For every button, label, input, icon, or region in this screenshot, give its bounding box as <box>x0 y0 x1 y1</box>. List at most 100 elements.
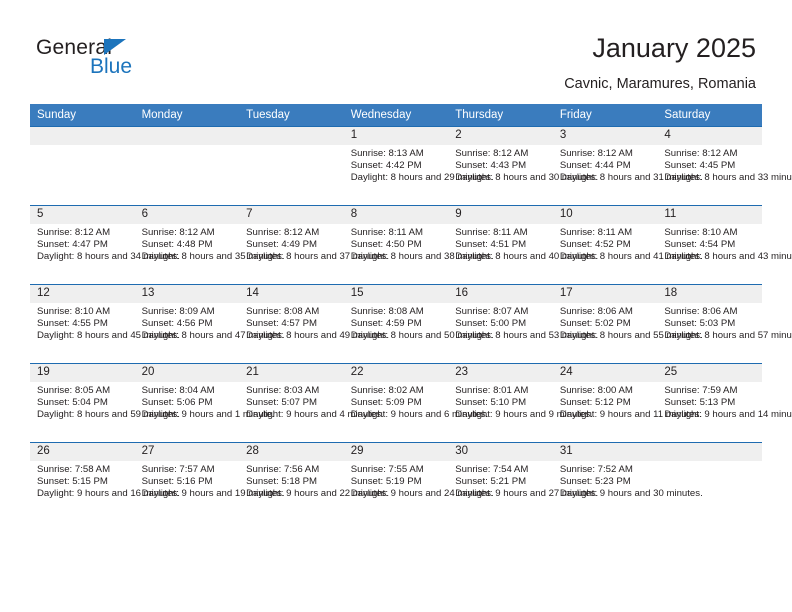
weekday-header-friday: Friday <box>552 104 658 127</box>
sunset-text: Sunset: 5:12 PM <box>559 397 631 409</box>
day-cell-content: 9 Sunrise: 8:11 AM Sunset: 4:51 PM Daylight… <box>448 206 599 284</box>
calendar-day-cell[interactable]: 7 Sunrise: 8:12 AM Sunset: 4:49 PM Daylight… <box>239 205 389 285</box>
sunset-text: Sunset: 4:56 PM <box>141 318 213 330</box>
day-number: 31 <box>552 443 658 461</box>
daylight-text: Daylight: 8 hours and 59 minutes. <box>37 409 180 421</box>
day-cell-content: 5 Sunrise: 8:12 AM Sunset: 4:47 PM Daylight… <box>30 206 180 284</box>
calendar-week-row: 1 Sunrise: 8:13 AM Sunset: 4:42 PM Daylight… <box>30 126 792 206</box>
calendar-day-cell[interactable]: 6 Sunrise: 8:12 AM Sunset: 4:48 PM Daylight… <box>134 205 285 285</box>
general-blue-logo[interactable]: General Blue <box>36 36 186 82</box>
calendar-day-cell[interactable]: 11 Sunrise: 8:10 AM Sunset: 4:54 PM Dayligh… <box>657 205 792 285</box>
day-number: 16 <box>448 285 553 303</box>
weekday-header-monday: Monday <box>134 104 240 127</box>
calendar-day-cell[interactable]: 13 Sunrise: 8:09 AM Sunset: 4:56 PM Dayligh… <box>134 284 285 364</box>
sunset-text: Sunset: 5:09 PM <box>350 397 422 409</box>
calendar-day-cell[interactable]: 1 Sunrise: 8:13 AM Sunset: 4:42 PM Daylight… <box>343 126 494 206</box>
sunrise-text: Sunrise: 8:04 AM <box>141 385 215 396</box>
day-cell-content: 12 Sunrise: 8:10 AM Sunset: 4:55 PM Dayligh… <box>30 285 180 363</box>
daylight-text: Daylight: 8 hours and 53 minutes. <box>455 330 599 342</box>
calendar-day-cell[interactable]: 12 Sunrise: 8:10 AM Sunset: 4:55 PM Dayligh… <box>30 284 180 364</box>
day-cell-content: 3 Sunrise: 8:12 AM Sunset: 4:44 PM Daylight… <box>552 127 703 205</box>
day-number: 7 <box>239 206 344 224</box>
calendar-day-cell[interactable]: 26 Sunrise: 7:58 AM Sunset: 5:15 PM Dayligh… <box>30 442 180 521</box>
sunrise-text: Sunrise: 8:12 AM <box>559 148 633 159</box>
daylight-text: Daylight: 9 hours and 24 minutes. <box>350 488 494 500</box>
calendar-day-cell-empty <box>30 126 135 206</box>
calendar-day-cell-empty <box>657 442 762 521</box>
calendar-day-cell[interactable]: 28 Sunrise: 7:56 AM Sunset: 5:18 PM Dayligh… <box>239 442 389 521</box>
sunrise-text: Sunrise: 8:11 AM <box>350 227 424 238</box>
day-number: 19 <box>30 364 135 382</box>
sunset-text: Sunset: 4:54 PM <box>664 239 736 251</box>
day-details: Sunrise: 8:12 AM Sunset: 4:44 PM Daylight:… <box>553 145 703 184</box>
sunrise-text: Sunrise: 8:06 AM <box>559 306 633 317</box>
sunset-text: Sunset: 5:13 PM <box>664 397 736 409</box>
daylight-text: Daylight: 8 hours and 31 minutes. <box>559 172 703 184</box>
calendar-day-cell[interactable]: 27 Sunrise: 7:57 AM Sunset: 5:16 PM Dayligh… <box>134 442 285 521</box>
day-cell-content: 16 Sunrise: 8:07 AM Sunset: 5:00 PM Dayligh… <box>448 285 599 363</box>
day-cell-content: 24 Sunrise: 8:00 AM Sunset: 5:12 PM Dayligh… <box>552 364 702 442</box>
day-number <box>239 127 344 145</box>
day-cell-content: 7 Sunrise: 8:12 AM Sunset: 4:49 PM Daylight… <box>239 206 389 284</box>
sunrise-text: Sunrise: 8:12 AM <box>455 148 529 159</box>
calendar-day-cell[interactable]: 24 Sunrise: 8:00 AM Sunset: 5:12 PM Dayligh… <box>552 363 702 443</box>
day-number: 23 <box>448 364 553 382</box>
day-cell-content: 22 Sunrise: 8:02 AM Sunset: 5:09 PM Dayligh… <box>343 364 488 442</box>
day-number: 25 <box>657 364 762 382</box>
calendar-day-cell[interactable]: 19 Sunrise: 8:05 AM Sunset: 5:04 PM Dayligh… <box>30 363 180 443</box>
day-number: 22 <box>343 364 449 382</box>
calendar-day-cell[interactable]: 23 Sunrise: 8:01 AM Sunset: 5:10 PM Dayligh… <box>448 363 593 443</box>
day-details: Sunrise: 8:12 AM Sunset: 4:48 PM Daylight:… <box>135 224 285 263</box>
day-cell-content: 8 Sunrise: 8:11 AM Sunset: 4:50 PM Daylight… <box>343 206 494 284</box>
daylight-text: Daylight: 9 hours and 27 minutes. <box>455 488 599 500</box>
sunset-text: Sunset: 4:42 PM <box>350 160 422 172</box>
calendar-day-cell[interactable]: 2 Sunrise: 8:12 AM Sunset: 4:43 PM Daylight… <box>448 126 598 206</box>
day-details: Sunrise: 7:54 AM Sunset: 5:21 PM Daylight:… <box>448 461 599 500</box>
day-details: Sunrise: 8:01 AM Sunset: 5:10 PM Daylight:… <box>448 382 593 421</box>
calendar-body: 1 Sunrise: 8:13 AM Sunset: 4:42 PM Daylight… <box>30 126 792 521</box>
calendar-day-cell[interactable]: 31 Sunrise: 7:52 AM Sunset: 5:23 PM Dayligh… <box>552 442 703 521</box>
day-cell-content: 18 Sunrise: 8:06 AM Sunset: 5:03 PM Dayligh… <box>657 285 792 363</box>
day-number: 12 <box>30 285 135 303</box>
day-details: Sunrise: 7:57 AM Sunset: 5:16 PM Daylight:… <box>135 461 285 500</box>
calendar-week-row: 5 Sunrise: 8:12 AM Sunset: 4:47 PM Daylight… <box>30 205 792 285</box>
day-number: 17 <box>552 285 658 303</box>
daylight-text: Daylight: 8 hours and 40 minutes. <box>455 251 599 263</box>
calendar-day-cell[interactable]: 17 Sunrise: 8:06 AM Sunset: 5:02 PM Dayligh… <box>552 284 703 364</box>
calendar-day-cell[interactable]: 14 Sunrise: 8:08 AM Sunset: 4:57 PM Dayligh… <box>239 284 389 364</box>
calendar-day-cell[interactable]: 25 Sunrise: 7:59 AM Sunset: 5:13 PM Dayligh… <box>657 363 792 443</box>
day-details: Sunrise: 8:08 AM Sunset: 4:59 PM Daylight:… <box>344 303 494 342</box>
calendar-day-cell-empty <box>134 126 240 206</box>
day-cell-content: 4 Sunrise: 8:12 AM Sunset: 4:45 PM Daylight… <box>657 127 792 205</box>
calendar-day-cell[interactable]: 3 Sunrise: 8:12 AM Sunset: 4:44 PM Daylight… <box>552 126 703 206</box>
logo-triangle-icon <box>104 39 126 55</box>
daylight-text: Daylight: 8 hours and 47 minutes. <box>141 330 285 342</box>
calendar-day-cell[interactable]: 5 Sunrise: 8:12 AM Sunset: 4:47 PM Daylight… <box>30 205 180 285</box>
calendar-day-cell[interactable]: 9 Sunrise: 8:11 AM Sunset: 4:51 PM Daylight… <box>448 205 599 285</box>
calendar-day-cell[interactable]: 10 Sunrise: 8:11 AM Sunset: 4:52 PM Dayligh… <box>552 205 703 285</box>
day-number <box>134 127 240 145</box>
day-cell-content: 28 Sunrise: 7:56 AM Sunset: 5:18 PM Dayligh… <box>239 443 389 521</box>
day-details: Sunrise: 7:52 AM Sunset: 5:23 PM Daylight:… <box>553 461 703 500</box>
calendar-day-cell[interactable]: 29 Sunrise: 7:55 AM Sunset: 5:19 PM Dayligh… <box>343 442 494 521</box>
sunset-text: Sunset: 4:45 PM <box>664 160 736 172</box>
daylight-text: Daylight: 9 hours and 30 minutes. <box>559 488 703 500</box>
day-number: 2 <box>448 127 553 145</box>
sunrise-text: Sunrise: 7:58 AM <box>37 464 111 475</box>
calendar-day-cell[interactable]: 15 Sunrise: 8:08 AM Sunset: 4:59 PM Dayligh… <box>343 284 494 364</box>
calendar-day-cell[interactable]: 18 Sunrise: 8:06 AM Sunset: 5:03 PM Dayligh… <box>657 284 792 364</box>
sunset-text: Sunset: 4:52 PM <box>559 239 631 251</box>
sunrise-text: Sunrise: 8:10 AM <box>37 306 111 317</box>
calendar-day-cell[interactable]: 20 Sunrise: 8:04 AM Sunset: 5:06 PM Dayligh… <box>134 363 274 443</box>
calendar-day-cell[interactable]: 21 Sunrise: 8:03 AM Sunset: 5:07 PM Dayligh… <box>239 363 384 443</box>
day-details: Sunrise: 8:12 AM Sunset: 4:45 PM Daylight:… <box>657 145 792 184</box>
calendar-day-cell[interactable]: 22 Sunrise: 8:02 AM Sunset: 5:09 PM Dayligh… <box>343 363 488 443</box>
sunset-text: Sunset: 5:04 PM <box>37 397 108 409</box>
daylight-text: Daylight: 9 hours and 16 minutes. <box>37 488 180 500</box>
day-details: Sunrise: 8:09 AM Sunset: 4:56 PM Daylight:… <box>135 303 285 342</box>
calendar-day-cell[interactable]: 8 Sunrise: 8:11 AM Sunset: 4:50 PM Daylight… <box>343 205 494 285</box>
day-number <box>30 127 135 145</box>
calendar-day-cell[interactable]: 4 Sunrise: 8:12 AM Sunset: 4:45 PM Daylight… <box>657 126 792 206</box>
calendar-day-cell[interactable]: 30 Sunrise: 7:54 AM Sunset: 5:21 PM Dayligh… <box>448 442 599 521</box>
calendar-day-cell[interactable]: 16 Sunrise: 8:07 AM Sunset: 5:00 PM Dayligh… <box>448 284 599 364</box>
